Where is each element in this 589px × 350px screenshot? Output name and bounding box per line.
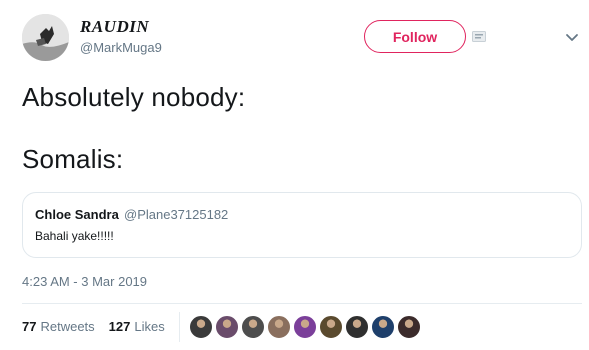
quoted-tweet-card[interactable]: Chloe Sandra @Plane37125182 Bahali yake!…: [22, 192, 582, 258]
quoted-author-name: Chloe Sandra: [35, 207, 119, 222]
author-display-name[interactable]: RAUDIN: [80, 17, 149, 37]
liker-avatar[interactable]: [189, 315, 213, 339]
info-badge-icon: [472, 31, 486, 42]
tweet-text-line-1: Absolutely nobody:: [22, 82, 246, 112]
like-label[interactable]: Likes: [134, 319, 164, 334]
retweet-count[interactable]: 77: [22, 319, 36, 334]
tweet-stats: 77 Retweets 127 Likes: [22, 319, 165, 334]
liker-avatar[interactable]: [397, 315, 421, 339]
liker-avatars: [189, 315, 423, 339]
chevron-down-icon[interactable]: [565, 33, 579, 43]
stats-separator: [179, 312, 180, 342]
liker-avatar[interactable]: [241, 315, 265, 339]
liker-avatar[interactable]: [293, 315, 317, 339]
liker-avatar[interactable]: [371, 315, 395, 339]
quoted-tweet-text: Bahali yake!!!!!: [35, 229, 114, 243]
tweet-timestamp[interactable]: 4:23 AM - 3 Mar 2019: [22, 274, 147, 289]
like-count[interactable]: 127: [109, 319, 131, 334]
follow-button[interactable]: Follow: [364, 20, 466, 53]
author-avatar[interactable]: [22, 14, 69, 61]
stats-divider: [22, 303, 582, 304]
tweet-text-line-2: Somalis:: [22, 144, 124, 174]
retweet-label[interactable]: Retweets: [40, 319, 94, 334]
liker-avatar[interactable]: [319, 315, 343, 339]
liker-avatar[interactable]: [345, 315, 369, 339]
liker-avatar[interactable]: [215, 315, 239, 339]
author-handle[interactable]: @MarkMuga9: [80, 40, 162, 56]
quoted-author-handle: @Plane37125182: [124, 207, 229, 222]
liker-avatar[interactable]: [267, 315, 291, 339]
